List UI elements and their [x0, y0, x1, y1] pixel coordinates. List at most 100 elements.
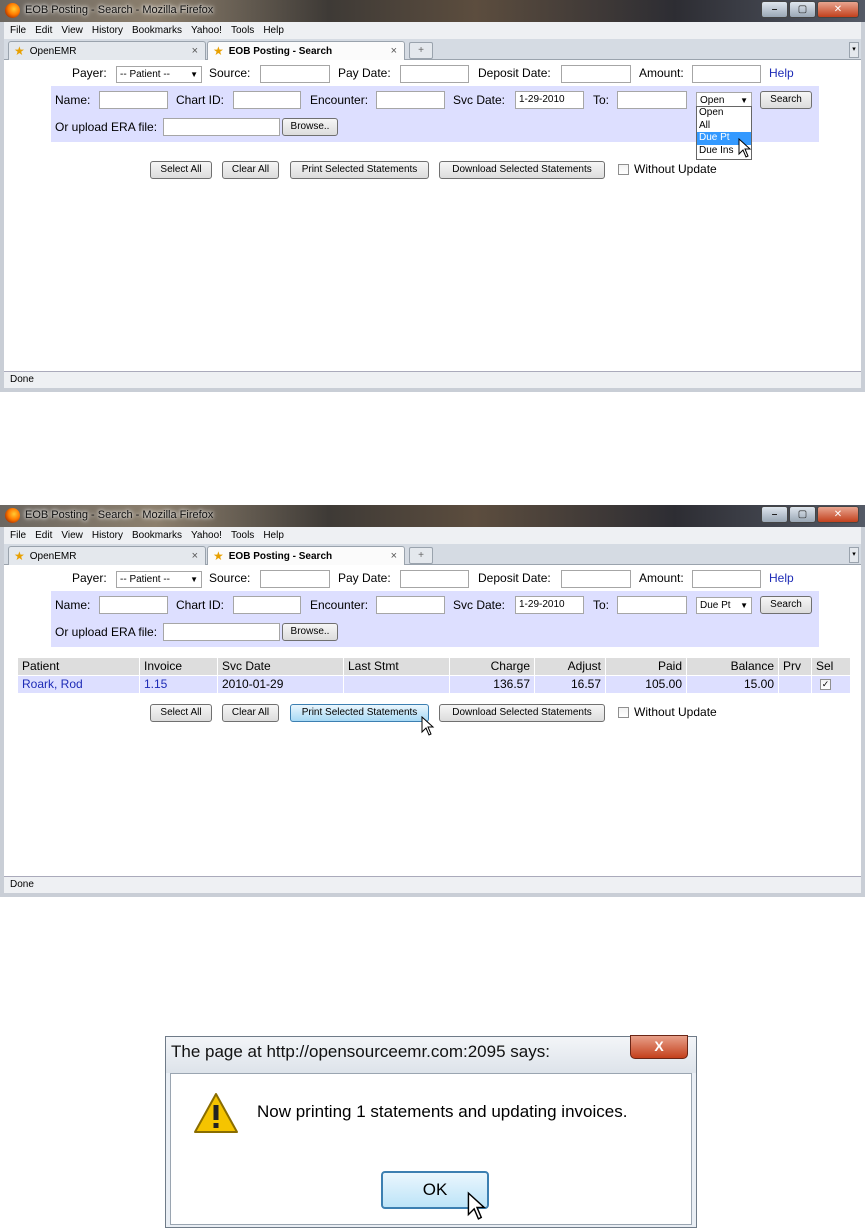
chevron-down-icon: ▼: [740, 601, 748, 610]
maximize-button[interactable]: ▢: [789, 506, 816, 523]
tab-eob-posting[interactable]: ★ EOB Posting - Search ×: [207, 546, 405, 565]
menu-bookmarks[interactable]: Bookmarks: [132, 25, 182, 36]
name-input[interactable]: [99, 596, 168, 614]
to-date-input[interactable]: [617, 91, 687, 109]
dropdown-option-open[interactable]: Open: [697, 107, 751, 120]
tab-eob-posting[interactable]: ★ EOB Posting - Search ×: [207, 41, 405, 60]
download-statements-button[interactable]: Download Selected Statements: [439, 704, 605, 722]
status-select-value: Due Pt: [700, 600, 731, 611]
star-icon: ★: [14, 44, 25, 58]
source-input[interactable]: [260, 570, 330, 588]
menu-bar: File Edit View History Bookmarks Yahoo! …: [4, 22, 861, 39]
menu-yahoo[interactable]: Yahoo!: [191, 25, 222, 36]
payer-select[interactable]: -- Patient -- ▼: [116, 66, 202, 83]
menu-tools[interactable]: Tools: [231, 530, 254, 541]
era-file-input[interactable]: [163, 118, 280, 136]
close-window-button[interactable]: ✕: [817, 1, 859, 18]
amount-input[interactable]: [692, 65, 761, 83]
close-window-button[interactable]: ✕: [817, 506, 859, 523]
pay-date-input[interactable]: [400, 65, 469, 83]
status-bar: Done: [4, 371, 861, 388]
tab-label: OpenEMR: [29, 45, 77, 57]
pay-date-input[interactable]: [400, 570, 469, 588]
help-link[interactable]: Help: [769, 571, 794, 585]
search-button[interactable]: Search: [760, 596, 812, 614]
close-tab-icon[interactable]: ×: [391, 45, 397, 57]
dialog-close-button[interactable]: X: [630, 1035, 688, 1059]
payer-select[interactable]: -- Patient -- ▼: [116, 571, 202, 588]
menu-file[interactable]: File: [10, 25, 26, 36]
minimize-button[interactable]: –: [761, 506, 788, 523]
close-tab-icon[interactable]: ×: [192, 550, 198, 562]
cell-patient-link[interactable]: Roark, Rod: [18, 676, 139, 693]
tab-strip: ★ OpenEMR × ★ EOB Posting - Search × + ▾: [4, 544, 861, 565]
new-tab-button[interactable]: +: [409, 547, 433, 564]
download-statements-button[interactable]: Download Selected Statements: [439, 161, 605, 179]
clear-all-button[interactable]: Clear All: [222, 161, 279, 179]
new-tab-button[interactable]: +: [409, 42, 433, 59]
era-file-input[interactable]: [163, 623, 280, 641]
browse-button[interactable]: Browse..: [282, 118, 338, 136]
without-update-checkbox[interactable]: [618, 707, 629, 718]
pay-date-label: Pay Date:: [338, 66, 391, 80]
menu-bookmarks[interactable]: Bookmarks: [132, 530, 182, 541]
print-statements-button[interactable]: Print Selected Statements: [290, 704, 429, 722]
col-charge: Charge: [450, 658, 534, 675]
col-last-stmt: Last Stmt: [344, 658, 449, 675]
dropdown-option-all[interactable]: All: [697, 120, 751, 133]
menu-file[interactable]: File: [10, 530, 26, 541]
menu-view[interactable]: View: [61, 25, 83, 36]
help-link[interactable]: Help: [769, 66, 794, 80]
menu-edit[interactable]: Edit: [35, 530, 52, 541]
mouse-cursor-icon: [421, 716, 435, 736]
browse-button[interactable]: Browse..: [282, 623, 338, 641]
select-all-button[interactable]: Select All: [150, 161, 212, 179]
cell-paid: 105.00: [606, 676, 686, 693]
source-input[interactable]: [260, 65, 330, 83]
menu-view[interactable]: View: [61, 530, 83, 541]
menu-tools[interactable]: Tools: [231, 25, 254, 36]
menu-history[interactable]: History: [92, 25, 123, 36]
tab-openemr[interactable]: ★ OpenEMR ×: [8, 546, 206, 565]
deposit-date-input[interactable]: [561, 65, 631, 83]
menu-yahoo[interactable]: Yahoo!: [191, 530, 222, 541]
status-select-value: Open: [700, 95, 725, 106]
menu-edit[interactable]: Edit: [35, 25, 52, 36]
svc-date-input[interactable]: 1-29-2010: [515, 91, 584, 109]
encounter-input[interactable]: [376, 91, 445, 109]
menu-history[interactable]: History: [92, 530, 123, 541]
close-tab-icon[interactable]: ×: [192, 45, 198, 57]
chart-id-input[interactable]: [233, 596, 301, 614]
print-statements-button[interactable]: Print Selected Statements: [290, 161, 429, 179]
maximize-button[interactable]: ▢: [789, 1, 816, 18]
chart-id-input[interactable]: [233, 91, 301, 109]
minimize-button[interactable]: –: [761, 1, 788, 18]
chevron-down-icon: ▼: [190, 70, 198, 79]
to-date-input[interactable]: [617, 596, 687, 614]
amount-input[interactable]: [692, 570, 761, 588]
col-prv: Prv: [779, 658, 811, 675]
select-row-checkbox[interactable]: ✓: [820, 679, 831, 690]
tab-list-icon[interactable]: ▾: [849, 547, 859, 563]
payer-select-value: -- Patient --: [120, 574, 171, 585]
clear-all-button[interactable]: Clear All: [222, 704, 279, 722]
window-controls: – ▢ ✕: [760, 506, 859, 523]
tab-openemr[interactable]: ★ OpenEMR ×: [8, 41, 206, 60]
menu-help[interactable]: Help: [263, 25, 284, 36]
svc-date-label: Svc Date:: [453, 598, 506, 612]
tab-list-icon[interactable]: ▾: [849, 42, 859, 58]
deposit-date-input[interactable]: [561, 570, 631, 588]
name-input[interactable]: [99, 91, 168, 109]
without-update-checkbox[interactable]: [618, 164, 629, 175]
search-button[interactable]: Search: [760, 91, 812, 109]
encounter-input[interactable]: [376, 596, 445, 614]
firefox-icon: [5, 508, 20, 523]
close-tab-icon[interactable]: ×: [391, 550, 397, 562]
status-select[interactable]: Due Pt ▼: [696, 597, 752, 614]
tab-strip: ★ OpenEMR × ★ EOB Posting - Search × + ▾: [4, 39, 861, 60]
select-all-button[interactable]: Select All: [150, 704, 212, 722]
tab-label: EOB Posting - Search: [228, 550, 333, 562]
cell-invoice-link[interactable]: 1.15: [140, 676, 217, 693]
menu-help[interactable]: Help: [263, 530, 284, 541]
svc-date-input[interactable]: 1-29-2010: [515, 596, 584, 614]
